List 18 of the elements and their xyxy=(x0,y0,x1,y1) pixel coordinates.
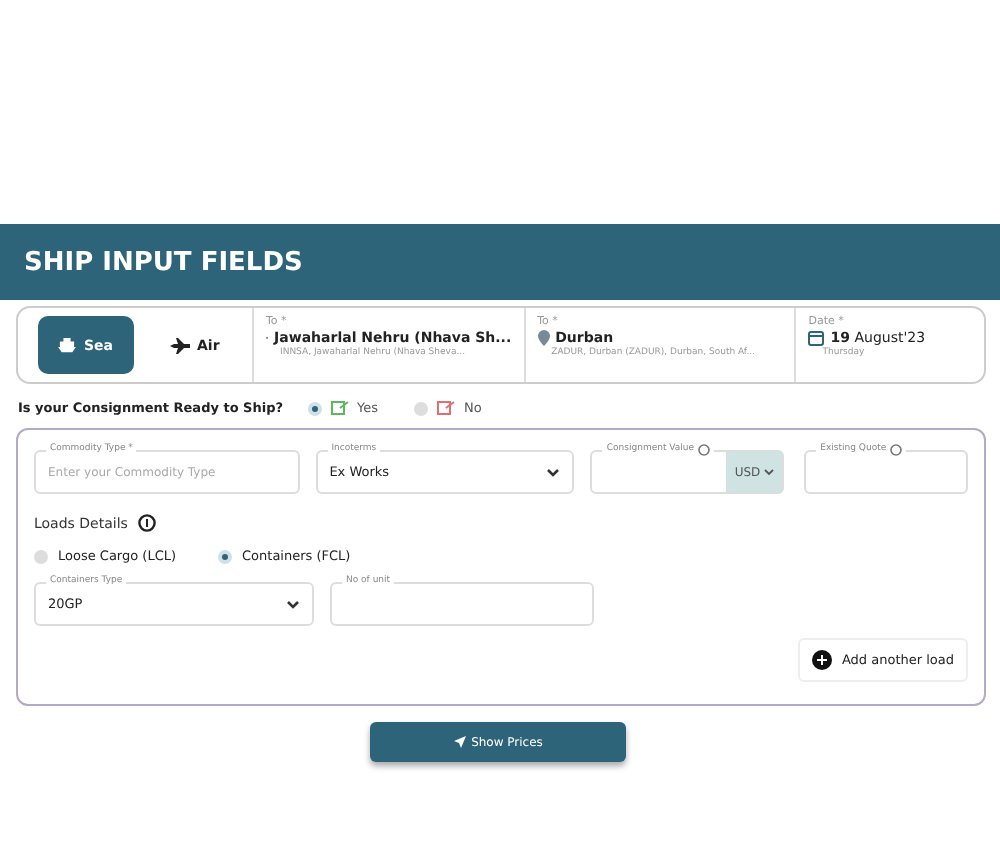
chevron-icon xyxy=(764,468,775,476)
info-icon xyxy=(137,514,156,532)
chevron-icon xyxy=(286,599,300,609)
document-icon xyxy=(436,400,457,416)
chevron-icon xyxy=(546,467,561,477)
send-icon xyxy=(453,736,466,748)
document-icon xyxy=(329,400,350,416)
radio-button[interactable] xyxy=(34,549,48,563)
radio-button[interactable] xyxy=(307,401,322,415)
plus-icon xyxy=(811,650,832,670)
calendar-icon xyxy=(808,330,825,346)
radio-button[interactable] xyxy=(414,401,429,415)
ship-icon xyxy=(58,337,76,353)
info-icon xyxy=(890,444,903,456)
info-icon xyxy=(698,444,711,456)
page-title: SHIP INPUT FIELDS xyxy=(24,247,303,277)
radio-button[interactable] xyxy=(218,549,233,563)
plane-icon xyxy=(169,337,190,353)
